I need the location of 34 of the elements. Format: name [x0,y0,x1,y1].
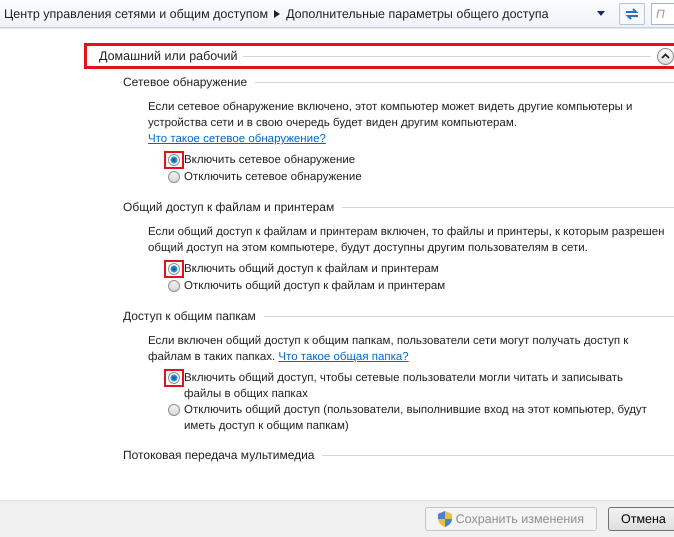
option-label[interactable]: Включить общий доступ, чтобы сетевые пользователи могли читать и записывать файлы в общих папках [184,370,654,402]
radio-button[interactable] [168,404,180,416]
cancel-button[interactable]: Отмена [608,507,674,531]
radio-button[interactable] [168,154,180,166]
breadcrumb-item[interactable]: Центр управления сетями и общим доступом [4,6,268,20]
profile-header[interactable]: Домашний или рабочий [84,43,674,69]
option-label[interactable]: Включить сетевое обнаружение [184,152,356,168]
option-label[interactable]: Отключить общий доступ (пользователи, выполнившие вход на этот компьютер, будут иметь доступ к общим папкам) [184,402,654,434]
section-title: Сетевое обнаружение [123,75,248,89]
help-link[interactable]: Что такое общая папка? [278,351,409,363]
section-description: Если сетевое обнаружение включено, этот компьютер может видеть другие компьютеры и устройства сети и в свою очередь будет виден другим компьютерам. Что такое сетевое обнаружение? [148,100,634,147]
section-title: Доступ к общим папкам [123,309,256,323]
breadcrumb-item[interactable]: Дополнительные параметры общего доступа [286,6,549,20]
profile-title: Домашний или рабочий [99,49,238,63]
radio-button[interactable] [168,263,180,275]
section-description: Если включен общий доступ к общим папкам, пользователи сети могут получать доступ к файлам в таких папках. Что такое общая папка? [148,334,630,365]
arrows-icon [624,6,640,20]
option-label[interactable]: Отключить общий доступ к файлам и принтерам [184,278,446,294]
dropdown-arrow-icon[interactable] [597,11,605,16]
option-label[interactable]: Включить общий доступ к файлам и принтерам [184,261,439,277]
chevron-up-icon [661,53,670,59]
section-title: Общий доступ к файлам и принтерам [123,200,334,214]
help-link[interactable]: Что такое сетевое обнаружение? [148,133,326,145]
radio-button[interactable] [168,372,180,384]
radio-button[interactable] [168,280,180,292]
shield-icon [438,511,452,527]
section-description: Если общий доступ к файлам и принтерам включен, то файлы и принтеры, к которым разрешен общий доступ на этом компьютере, будут доступны другим пользователям в сети. [148,225,666,256]
section-title: Потоковая передача мультимедиа [123,448,314,462]
option-label[interactable]: Отключить сетевое обнаружение [184,169,362,185]
radio-button[interactable] [168,171,180,183]
chevron-icon[interactable] [274,10,280,18]
refresh-button[interactable] [619,2,645,24]
search-field[interactable]: П [651,2,674,24]
collapse-button[interactable] [657,48,674,64]
